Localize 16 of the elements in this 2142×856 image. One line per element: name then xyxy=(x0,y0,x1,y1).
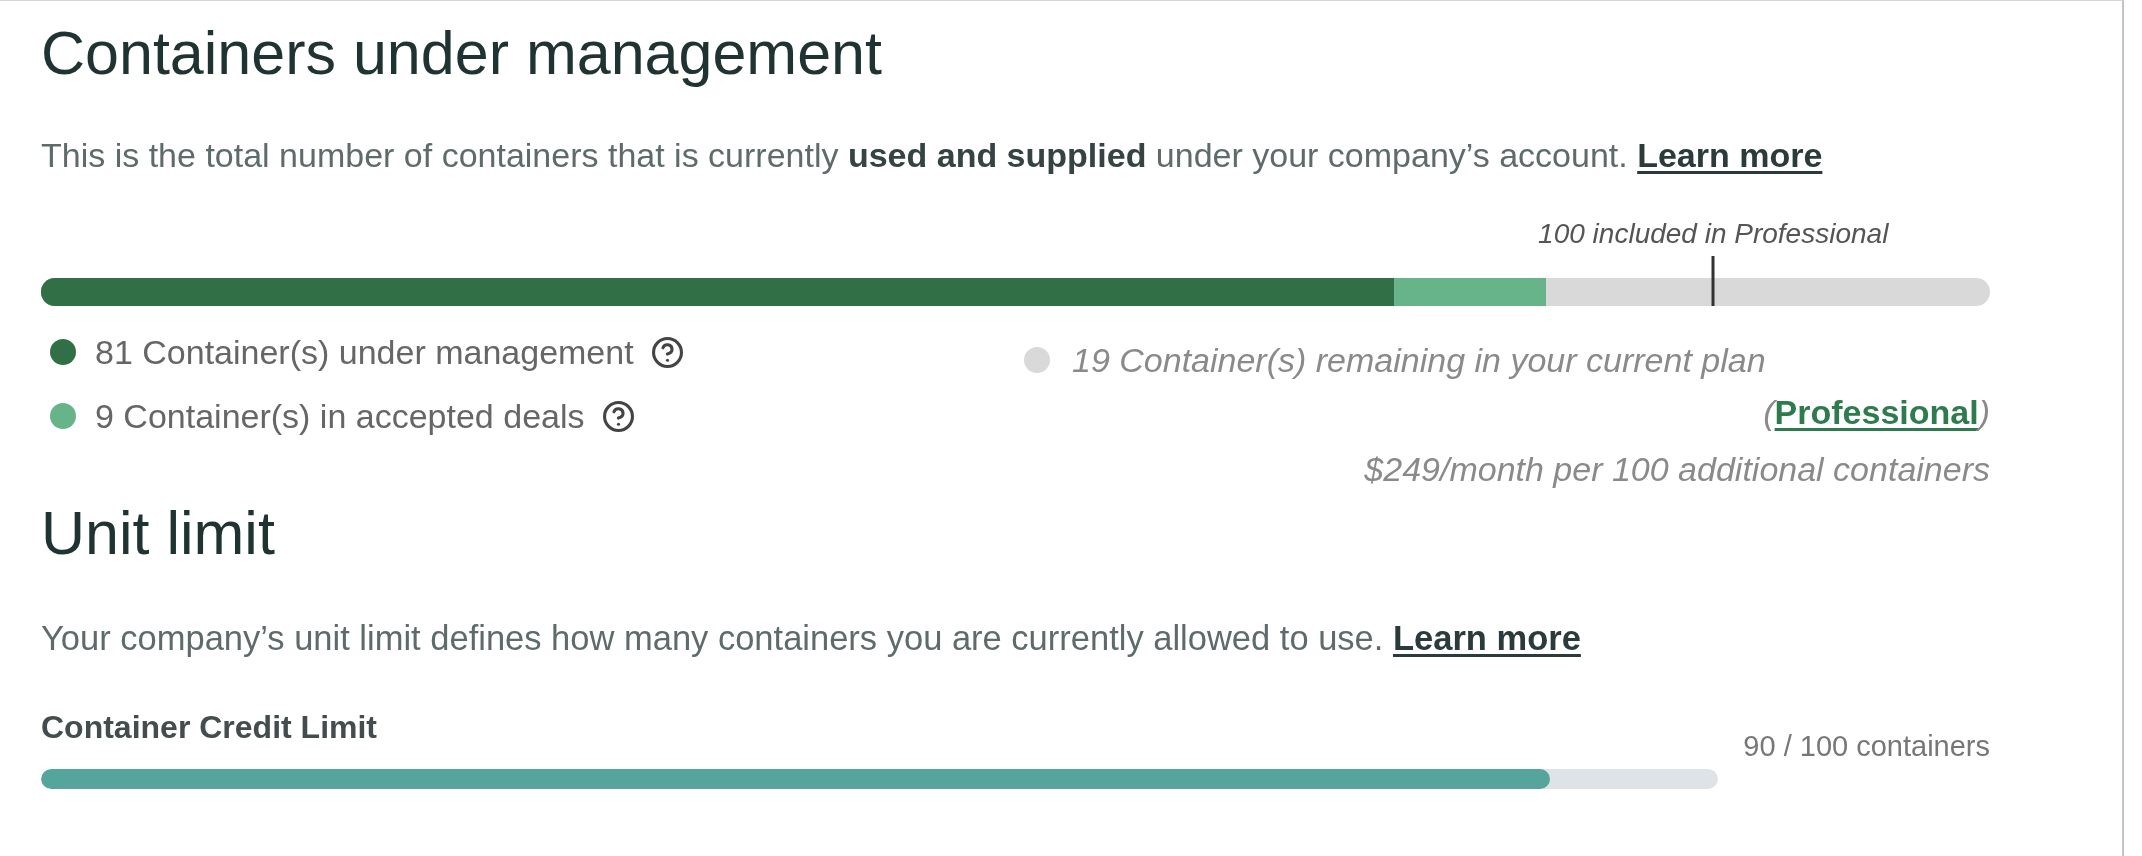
plan-note: (Professional) xyxy=(1763,392,1990,432)
learn-more-link[interactable]: Learn more xyxy=(1637,136,1823,174)
learn-more-link[interactable]: Learn more xyxy=(1392,619,1581,657)
price-note: $249/month per 100 additional containers xyxy=(1364,449,1990,489)
section-title: Unit limit xyxy=(41,498,275,569)
description-text: Your company’s unit limit defines how many containers you are currently allowed to use. Learn more xyxy=(41,618,1581,658)
help-icon[interactable] xyxy=(651,336,683,368)
meter-label: Container Credit Limit xyxy=(41,709,377,745)
description-text: This is the total number of containers that is currently used and supplied under your company’s account. Learn more xyxy=(41,135,1823,175)
meter-reading: 90 / 100 containers xyxy=(1743,730,1990,762)
legend-label: 9 Container(s) in accepted deals xyxy=(95,396,585,436)
legend-label: 81 Container(s) under management xyxy=(95,332,634,372)
legend-label: 19 Container(s) remaining in your current plan xyxy=(1072,340,1766,380)
help-icon[interactable] xyxy=(602,400,634,432)
section-title: Containers under management xyxy=(41,18,882,89)
plan-limit-label: 100 included in Professional xyxy=(1538,218,1889,250)
